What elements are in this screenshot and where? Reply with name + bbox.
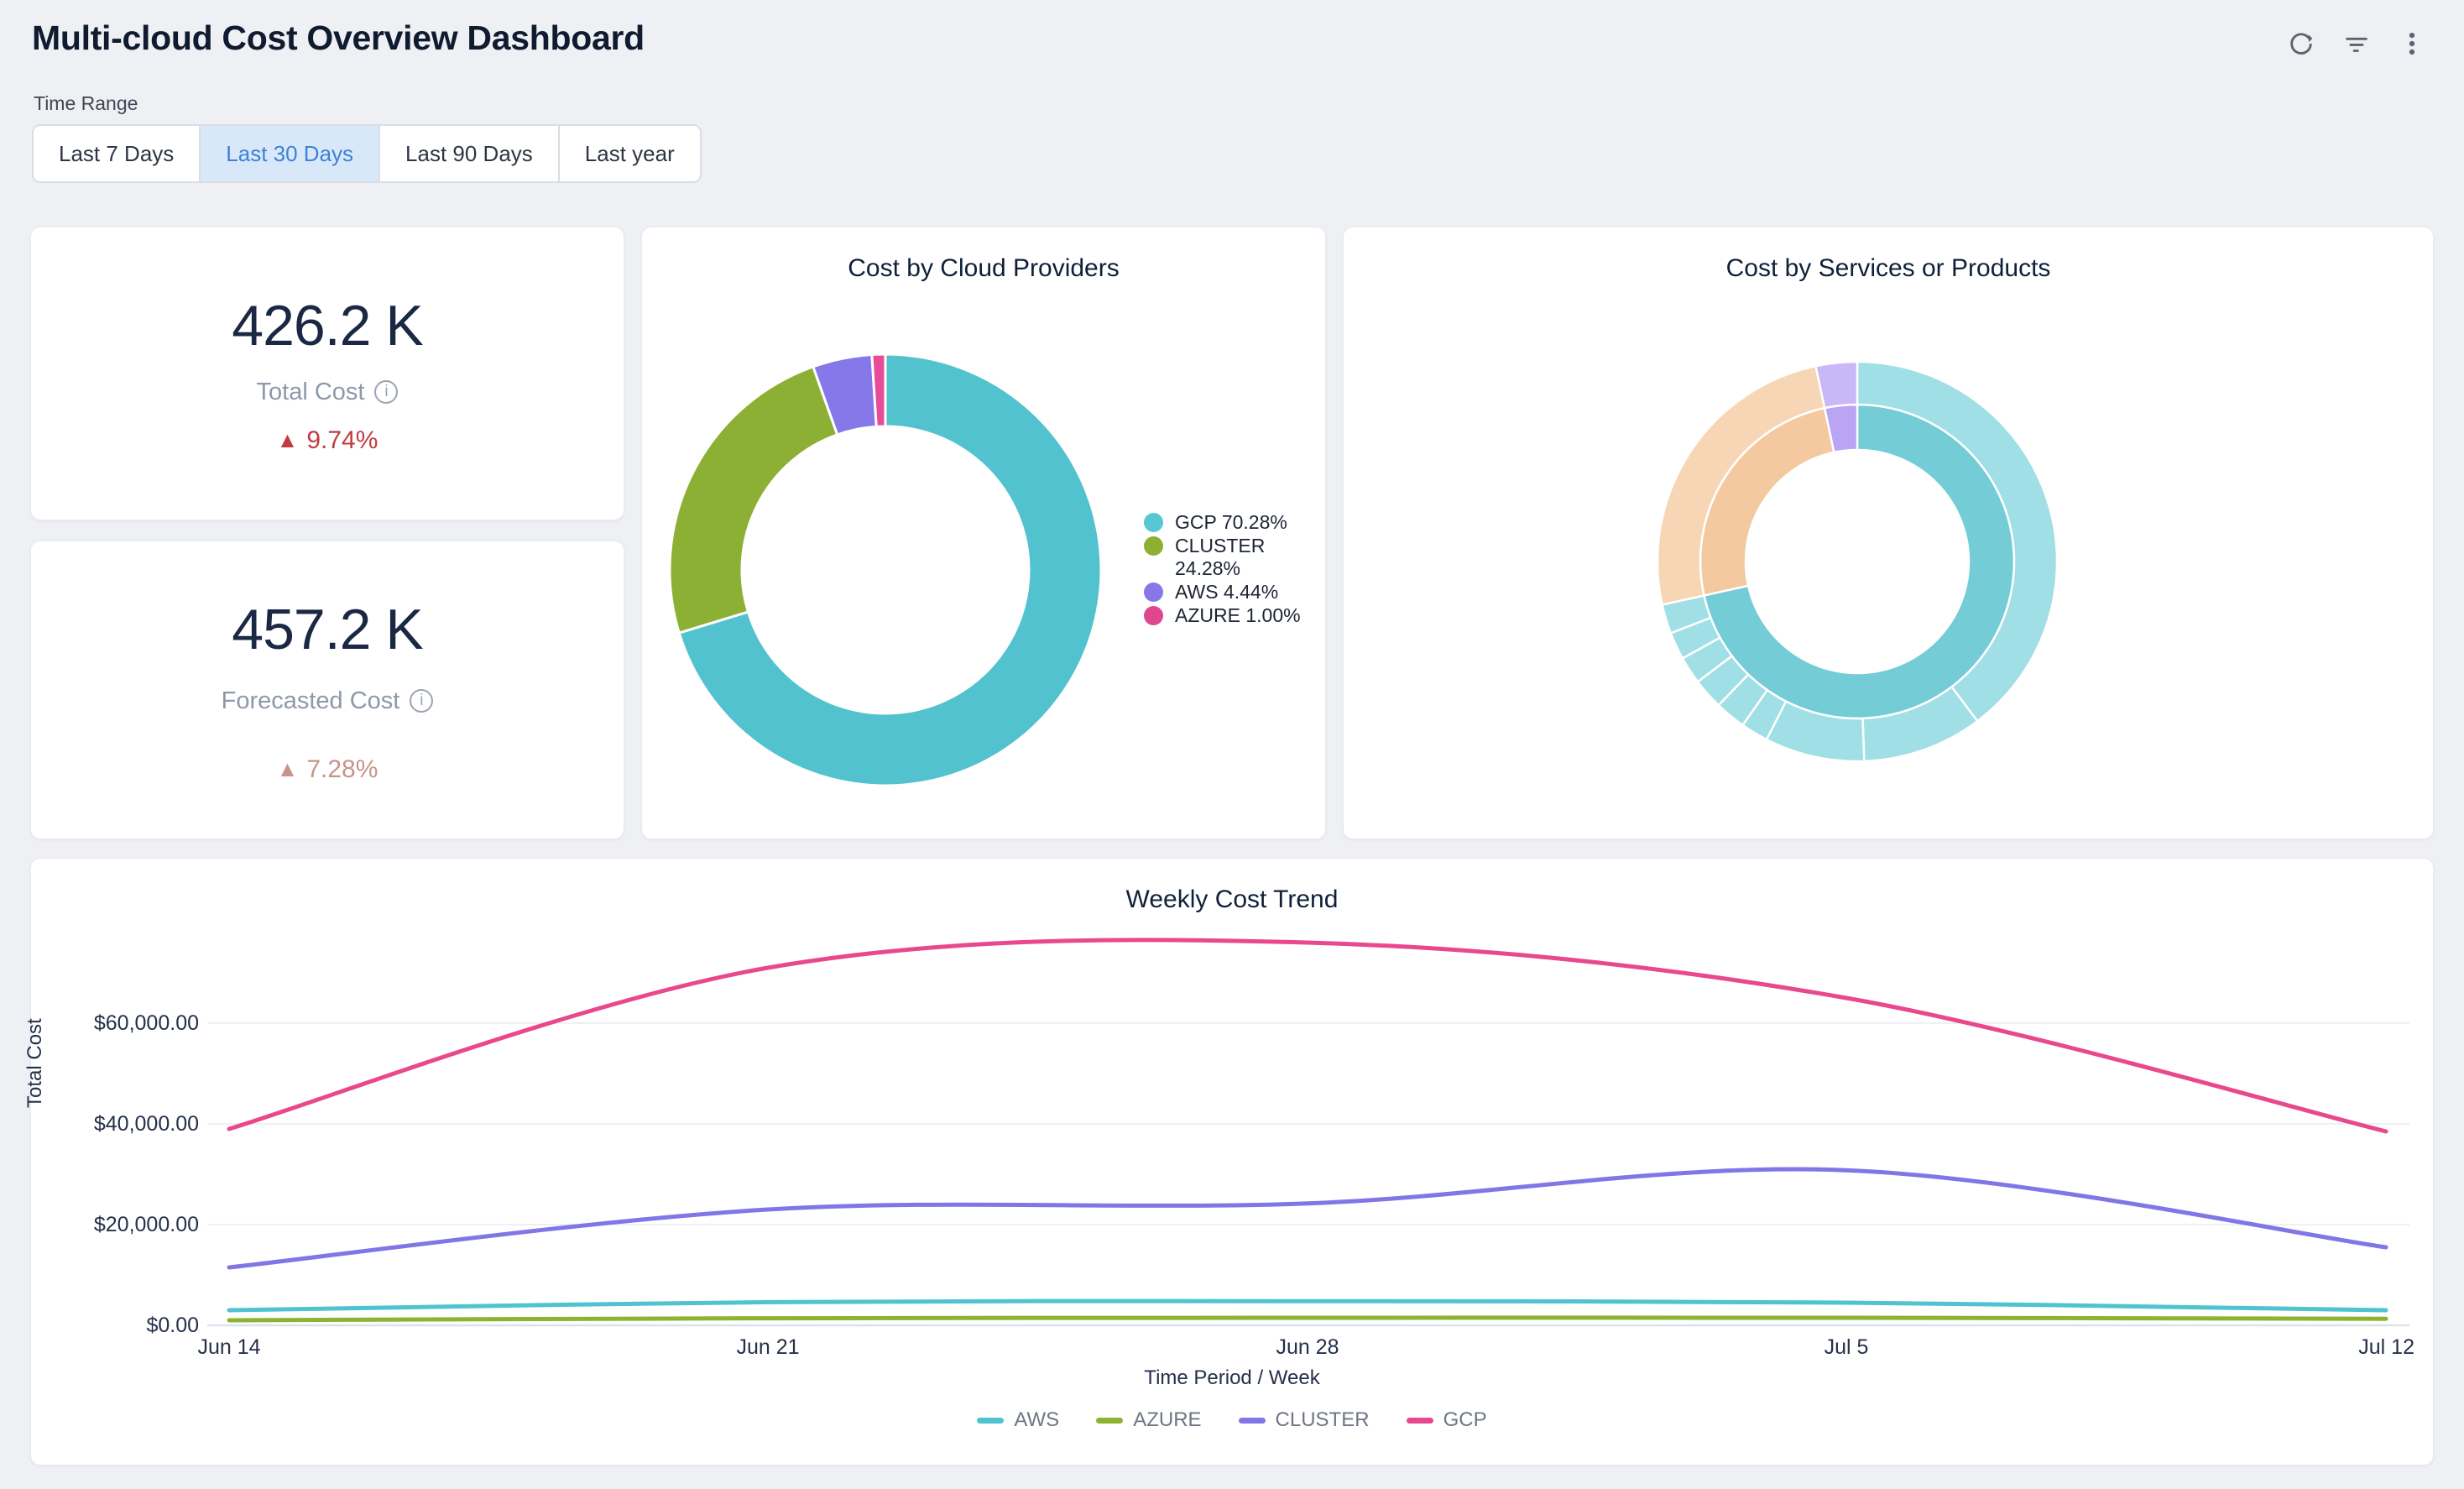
- total-cost-label-text: Total Cost: [257, 379, 365, 406]
- x-axis-title: Time Period / Week: [30, 1366, 2434, 1390]
- legend-label: CLUSTER: [1276, 1408, 1370, 1432]
- header-actions: [2279, 22, 2434, 65]
- legend-dash: [1239, 1418, 1266, 1424]
- forecasted-cost-delta: ▲ 7.28%: [277, 755, 378, 784]
- forecasted-cost-delta-value: 7.28%: [306, 755, 378, 784]
- time-range-option-last-90-days[interactable]: Last 90 Days: [380, 126, 560, 181]
- forecasted-cost-label: Forecasted Cost i: [222, 687, 434, 715]
- y-axis-title: Total Cost: [23, 1018, 47, 1108]
- legend-dot: [1144, 513, 1163, 532]
- legend-dash: [977, 1418, 1004, 1424]
- line-series-cluster: [229, 1169, 2386, 1267]
- refresh-button[interactable]: [2279, 22, 2323, 65]
- forecasted-cost-value: 457.2 K: [232, 597, 422, 662]
- legend-dot: [1144, 536, 1163, 556]
- x-tick-label: Jun 21: [736, 1335, 799, 1359]
- legend-dot: [1144, 606, 1163, 625]
- legend-dot: [1144, 583, 1163, 602]
- legend-item-gcp[interactable]: GCP 70.28%: [1144, 511, 1312, 534]
- forecasted-cost-label-text: Forecasted Cost: [222, 687, 400, 715]
- x-tick-label: Jul 12: [2358, 1335, 2414, 1359]
- legend-label: AZURE 1.00%: [1175, 604, 1301, 627]
- cost-by-services-card: Cost by Services or Products: [1343, 227, 2434, 839]
- legend-item-azure[interactable]: AZURE: [1096, 1408, 1201, 1432]
- x-tick-label: Jun 28: [1276, 1335, 1339, 1359]
- legend-item-cluster[interactable]: CLUSTER: [1239, 1408, 1370, 1432]
- weekly-chart-legend: AWS AZURE CLUSTER GCP: [30, 1408, 2434, 1432]
- legend-label: GCP: [1443, 1408, 1487, 1432]
- info-icon[interactable]: i: [410, 689, 433, 713]
- legend-item-cluster[interactable]: CLUSTER 24.28%: [1144, 535, 1312, 580]
- legend-label: AWS: [1014, 1408, 1059, 1432]
- total-cost-delta: ▲ 9.74%: [277, 426, 378, 455]
- kebab-menu-icon: [2398, 29, 2426, 58]
- page-title: Multi-cloud Cost Overview Dashboard: [32, 18, 645, 58]
- legend-label: AZURE: [1133, 1408, 1201, 1432]
- donut-segment-cluster[interactable]: [670, 367, 838, 633]
- legend-item-gcp[interactable]: GCP: [1407, 1408, 1487, 1432]
- legend-label: GCP 70.28%: [1175, 511, 1287, 534]
- legend-item-azure[interactable]: AZURE 1.00%: [1144, 604, 1312, 627]
- x-tick-label: Jul 5: [1825, 1335, 1869, 1359]
- legend-dash: [1407, 1418, 1433, 1424]
- time-range-option-last-7-days[interactable]: Last 7 Days: [34, 126, 201, 181]
- time-range-label: Time Range: [34, 92, 138, 115]
- legend-item-aws[interactable]: AWS: [977, 1408, 1059, 1432]
- weekly-line-chart: $0.00 $20,000.00 $40,000.00 $60,000.00 Jun 1…: [31, 859, 2435, 1379]
- y-tick-label: $40,000.00: [94, 1112, 199, 1136]
- x-tick-label: Jun 14: [197, 1335, 260, 1359]
- legend-label: AWS 4.44%: [1175, 581, 1278, 603]
- providers-chart-legend: GCP 70.28%CLUSTER 24.28%AWS 4.44%AZURE 1…: [1144, 511, 1312, 628]
- time-range-option-last-year[interactable]: Last year: [560, 126, 700, 181]
- legend-item-aws[interactable]: AWS 4.44%: [1144, 581, 1312, 603]
- total-cost-delta-value: 9.74%: [306, 426, 378, 455]
- y-tick-label: $0.00: [146, 1314, 199, 1337]
- total-cost-label: Total Cost i: [257, 379, 399, 406]
- triangle-up-icon: ▲: [277, 756, 299, 782]
- total-cost-value: 426.2 K: [232, 293, 422, 358]
- services-sunburst-chart: [1344, 278, 2435, 832]
- refresh-icon: [2287, 29, 2315, 58]
- legend-label: CLUSTER 24.28%: [1175, 535, 1312, 580]
- legend-dash: [1096, 1418, 1123, 1424]
- y-tick-label: $20,000.00: [94, 1213, 199, 1236]
- line-series-gcp: [229, 940, 2386, 1131]
- more-options-button[interactable]: [2390, 22, 2434, 65]
- total-cost-card: 426.2 K Total Cost i ▲ 9.74%: [30, 227, 624, 520]
- filter-button[interactable]: [2335, 22, 2378, 65]
- cost-by-providers-card: Cost by Cloud Providers GCP 70.28%CLUSTE…: [641, 227, 1326, 839]
- triangle-up-icon: ▲: [277, 427, 299, 453]
- line-series-azure: [229, 1318, 2386, 1320]
- y-tick-label: $60,000.00: [94, 1011, 199, 1035]
- line-series-aws: [229, 1301, 2386, 1310]
- forecasted-cost-card: 457.2 K Forecasted Cost i ▲ 7.28%: [30, 541, 624, 839]
- info-icon[interactable]: i: [374, 380, 398, 404]
- time-range-option-last-30-days[interactable]: Last 30 Days: [201, 126, 380, 181]
- filter-icon: [2342, 29, 2371, 58]
- time-range-group: Last 7 DaysLast 30 DaysLast 90 DaysLast …: [32, 124, 702, 183]
